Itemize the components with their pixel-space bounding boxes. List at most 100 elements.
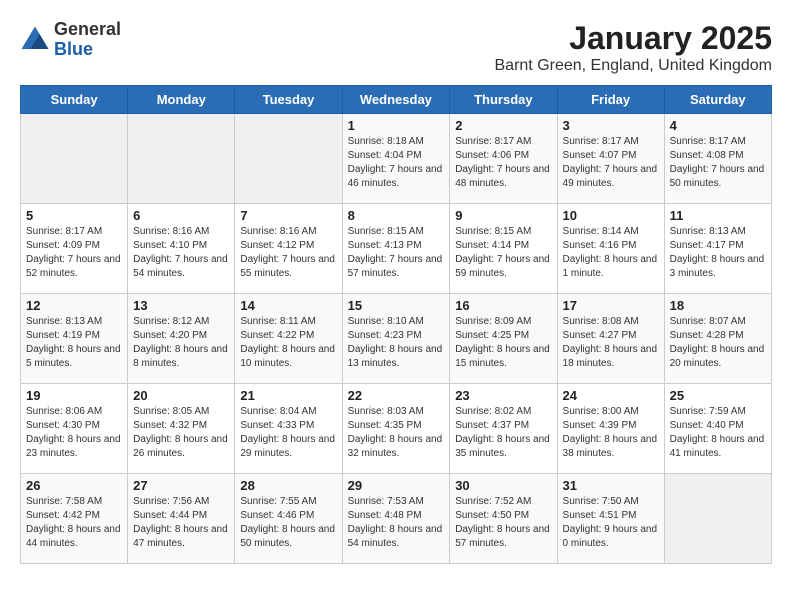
calendar-cell: 10 Sunrise: 8:14 AM Sunset: 4:16 PM Dayli… bbox=[557, 204, 664, 294]
day-info: Sunrise: 7:56 AM Sunset: 4:44 PM Dayligh… bbox=[133, 495, 229, 551]
day-info: Sunrise: 7:53 AM Sunset: 4:48 PM Dayligh… bbox=[348, 495, 445, 551]
calendar-cell: 5 Sunrise: 8:17 AM Sunset: 4:09 PM Daylig… bbox=[21, 204, 128, 294]
calendar-cell: 22Sunrise: 8:03 AM Sunset: 4:35 PM Dayli… bbox=[342, 384, 450, 474]
weekday-header: Wednesday bbox=[342, 86, 450, 114]
calendar-cell: 24Sunrise: 8:00 AM Sunset: 4:39 PM Dayli… bbox=[557, 384, 664, 474]
day-info: Sunrise: 8:04 AM Sunset: 4:33 PM Dayligh… bbox=[240, 405, 336, 461]
calendar-cell: 6 Sunrise: 8:16 AM Sunset: 4:10 PM Daylig… bbox=[128, 204, 235, 294]
calendar-cell: 29 Sunrise: 7:53 AM Sunset: 4:48 PM Dayli… bbox=[342, 474, 450, 564]
calendar-week-row: 1 Sunrise: 8:18 AM Sunset: 4:04 PM Daylig… bbox=[21, 114, 772, 204]
day-info: Sunrise: 7:50 AM Sunset: 4:51 PM Dayligh… bbox=[563, 495, 659, 551]
day-number: 26 bbox=[26, 478, 122, 493]
calendar-cell bbox=[664, 474, 771, 564]
day-number: 16 bbox=[455, 298, 551, 313]
day-number: 23 bbox=[455, 388, 551, 403]
day-info: Sunrise: 8:16 AM Sunset: 4:12 PM Dayligh… bbox=[240, 225, 336, 281]
calendar-cell: 16 Sunrise: 8:09 AM Sunset: 4:25 PM Dayli… bbox=[450, 294, 557, 384]
page-header: General Blue January 2025 Barnt Green, E… bbox=[20, 20, 772, 75]
calendar-cell: 2 Sunrise: 8:17 AM Sunset: 4:06 PM Daylig… bbox=[450, 114, 557, 204]
day-number: 28 bbox=[240, 478, 336, 493]
day-number: 17 bbox=[563, 298, 659, 313]
day-info: Sunrise: 8:10 AM Sunset: 4:23 PM Dayligh… bbox=[348, 315, 445, 371]
day-number: 15 bbox=[348, 298, 445, 313]
day-number: 29 bbox=[348, 478, 445, 493]
day-number: 5 bbox=[26, 208, 122, 223]
calendar-cell: 3 Sunrise: 8:17 AM Sunset: 4:07 PM Daylig… bbox=[557, 114, 664, 204]
day-info: Sunrise: 8:13 AM Sunset: 4:17 PM Dayligh… bbox=[670, 225, 766, 281]
day-info: Sunrise: 7:58 AM Sunset: 4:42 PM Dayligh… bbox=[26, 495, 122, 551]
day-number: 1 bbox=[348, 118, 445, 133]
calendar-table: SundayMondayTuesdayWednesdayThursdayFrid… bbox=[20, 85, 772, 564]
calendar-cell: 4 Sunrise: 8:17 AM Sunset: 4:08 PM Daylig… bbox=[664, 114, 771, 204]
day-number: 9 bbox=[455, 208, 551, 223]
day-info: Sunrise: 8:15 AM Sunset: 4:13 PM Dayligh… bbox=[348, 225, 445, 281]
day-number: 6 bbox=[133, 208, 229, 223]
day-number: 10 bbox=[563, 208, 659, 223]
calendar-cell: 19 Sunrise: 8:06 AM Sunset: 4:30 PM Dayli… bbox=[21, 384, 128, 474]
weekday-header-row: SundayMondayTuesdayWednesdayThursdayFrid… bbox=[21, 86, 772, 114]
day-info: Sunrise: 8:06 AM Sunset: 4:30 PM Dayligh… bbox=[26, 405, 122, 461]
day-info: Sunrise: 8:11 AM Sunset: 4:22 PM Dayligh… bbox=[240, 315, 336, 371]
logo: General Blue bbox=[20, 20, 121, 60]
day-number: 12 bbox=[26, 298, 122, 313]
calendar-cell: 13Sunrise: 8:12 AM Sunset: 4:20 PM Dayli… bbox=[128, 294, 235, 384]
day-info: Sunrise: 7:52 AM Sunset: 4:50 PM Dayligh… bbox=[455, 495, 551, 551]
day-info: Sunrise: 8:17 AM Sunset: 4:06 PM Dayligh… bbox=[455, 135, 551, 191]
day-number: 11 bbox=[670, 208, 766, 223]
day-info: Sunrise: 8:03 AM Sunset: 4:35 PM Dayligh… bbox=[348, 405, 445, 461]
day-number: 18 bbox=[670, 298, 766, 313]
day-number: 27 bbox=[133, 478, 229, 493]
calendar-subtitle: Barnt Green, England, United Kingdom bbox=[495, 57, 773, 75]
day-info: Sunrise: 8:00 AM Sunset: 4:39 PM Dayligh… bbox=[563, 405, 659, 461]
weekday-header: Thursday bbox=[450, 86, 557, 114]
day-number: 21 bbox=[240, 388, 336, 403]
day-info: Sunrise: 8:12 AM Sunset: 4:20 PM Dayligh… bbox=[133, 315, 229, 371]
calendar-cell: 11 Sunrise: 8:13 AM Sunset: 4:17 PM Dayli… bbox=[664, 204, 771, 294]
calendar-cell: 30 Sunrise: 7:52 AM Sunset: 4:50 PM Dayli… bbox=[450, 474, 557, 564]
day-info: Sunrise: 8:18 AM Sunset: 4:04 PM Dayligh… bbox=[348, 135, 445, 191]
calendar-cell bbox=[235, 114, 342, 204]
weekday-header: Sunday bbox=[21, 86, 128, 114]
day-info: Sunrise: 8:02 AM Sunset: 4:37 PM Dayligh… bbox=[455, 405, 551, 461]
day-number: 4 bbox=[670, 118, 766, 133]
logo-blue: Blue bbox=[54, 40, 121, 60]
logo-icon bbox=[20, 25, 50, 55]
day-number: 30 bbox=[455, 478, 551, 493]
logo-general: General bbox=[54, 20, 121, 40]
calendar-cell: 26 Sunrise: 7:58 AM Sunset: 4:42 PM Dayli… bbox=[21, 474, 128, 564]
day-info: Sunrise: 8:17 AM Sunset: 4:07 PM Dayligh… bbox=[563, 135, 659, 191]
calendar-cell bbox=[21, 114, 128, 204]
calendar-cell: 18Sunrise: 8:07 AM Sunset: 4:28 PM Dayli… bbox=[664, 294, 771, 384]
day-number: 7 bbox=[240, 208, 336, 223]
day-info: Sunrise: 8:05 AM Sunset: 4:32 PM Dayligh… bbox=[133, 405, 229, 461]
day-info: Sunrise: 8:09 AM Sunset: 4:25 PM Dayligh… bbox=[455, 315, 551, 371]
calendar-week-row: 12Sunrise: 8:13 AM Sunset: 4:19 PM Dayli… bbox=[21, 294, 772, 384]
calendar-cell: 27 Sunrise: 7:56 AM Sunset: 4:44 PM Dayli… bbox=[128, 474, 235, 564]
calendar-cell bbox=[128, 114, 235, 204]
weekday-header: Monday bbox=[128, 86, 235, 114]
calendar-cell: 25Sunrise: 7:59 AM Sunset: 4:40 PM Dayli… bbox=[664, 384, 771, 474]
day-number: 2 bbox=[455, 118, 551, 133]
calendar-cell: 15 Sunrise: 8:10 AM Sunset: 4:23 PM Dayli… bbox=[342, 294, 450, 384]
day-info: Sunrise: 8:14 AM Sunset: 4:16 PM Dayligh… bbox=[563, 225, 659, 281]
day-number: 20 bbox=[133, 388, 229, 403]
day-info: Sunrise: 7:55 AM Sunset: 4:46 PM Dayligh… bbox=[240, 495, 336, 551]
title-block: January 2025 Barnt Green, England, Unite… bbox=[495, 20, 773, 75]
calendar-cell: 21 Sunrise: 8:04 AM Sunset: 4:33 PM Dayli… bbox=[235, 384, 342, 474]
day-number: 19 bbox=[26, 388, 122, 403]
calendar-week-row: 19 Sunrise: 8:06 AM Sunset: 4:30 PM Dayli… bbox=[21, 384, 772, 474]
day-number: 3 bbox=[563, 118, 659, 133]
calendar-cell: 17Sunrise: 8:08 AM Sunset: 4:27 PM Dayli… bbox=[557, 294, 664, 384]
calendar-cell: 7 Sunrise: 8:16 AM Sunset: 4:12 PM Daylig… bbox=[235, 204, 342, 294]
weekday-header: Saturday bbox=[664, 86, 771, 114]
calendar-cell: 31Sunrise: 7:50 AM Sunset: 4:51 PM Dayli… bbox=[557, 474, 664, 564]
day-info: Sunrise: 8:17 AM Sunset: 4:08 PM Dayligh… bbox=[670, 135, 766, 191]
calendar-week-row: 5 Sunrise: 8:17 AM Sunset: 4:09 PM Daylig… bbox=[21, 204, 772, 294]
calendar-cell: 14Sunrise: 8:11 AM Sunset: 4:22 PM Dayli… bbox=[235, 294, 342, 384]
day-info: Sunrise: 8:16 AM Sunset: 4:10 PM Dayligh… bbox=[133, 225, 229, 281]
calendar-cell: 23 Sunrise: 8:02 AM Sunset: 4:37 PM Dayli… bbox=[450, 384, 557, 474]
day-info: Sunrise: 8:17 AM Sunset: 4:09 PM Dayligh… bbox=[26, 225, 122, 281]
calendar-cell: 1 Sunrise: 8:18 AM Sunset: 4:04 PM Daylig… bbox=[342, 114, 450, 204]
calendar-cell: 20 Sunrise: 8:05 AM Sunset: 4:32 PM Dayli… bbox=[128, 384, 235, 474]
day-number: 8 bbox=[348, 208, 445, 223]
